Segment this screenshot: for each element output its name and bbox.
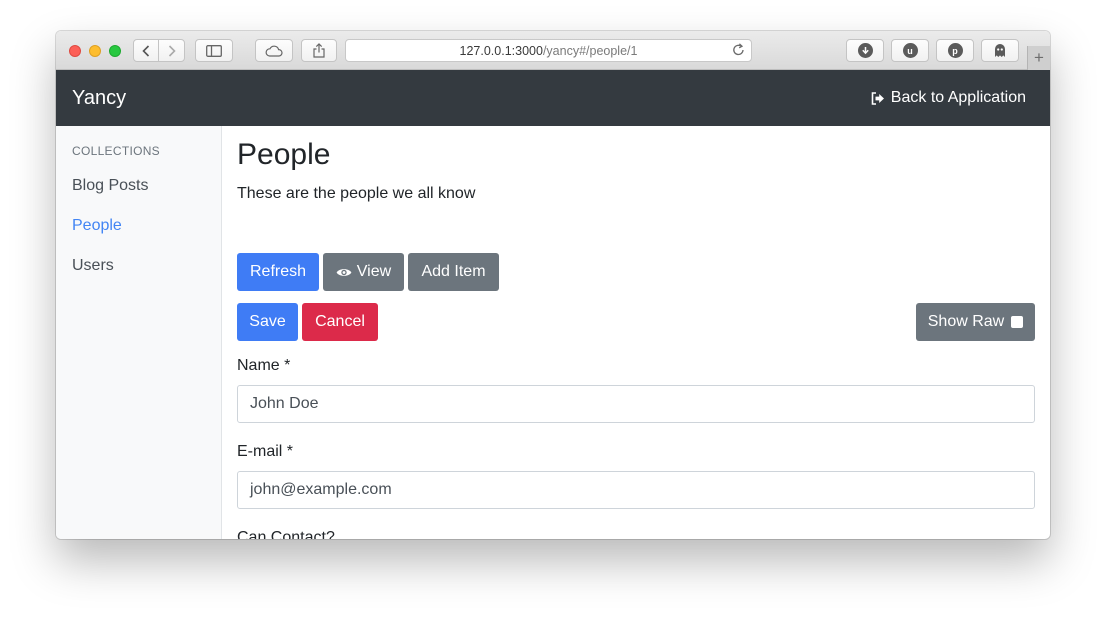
view-label: View <box>356 263 392 280</box>
show-raw-button[interactable]: Show Raw <box>916 303 1035 341</box>
can-contact-label: Can Contact? <box>237 529 335 539</box>
sidebar-item-users[interactable]: Users <box>72 257 114 275</box>
minimize-window-button[interactable] <box>89 45 101 57</box>
browser-window: 127.0.0.1:3000/yancy#/people/1 u p + Yan… <box>56 31 1050 539</box>
ghostery-icon <box>995 44 1005 57</box>
new-tab-button[interactable]: + <box>1027 46 1050 70</box>
icloud-tabs-button[interactable] <box>255 39 293 62</box>
download-icon <box>857 43 873 58</box>
close-window-button[interactable] <box>69 45 81 57</box>
reload-icon[interactable] <box>732 43 745 60</box>
add-item-label: Add Item <box>421 263 486 280</box>
save-label: Save <box>249 313 286 330</box>
add-item-button[interactable]: Add Item <box>408 253 499 291</box>
chevron-left-icon <box>142 44 150 57</box>
sign-out-icon <box>871 91 884 105</box>
chevron-right-icon <box>168 44 176 57</box>
plus-icon: + <box>1034 48 1044 67</box>
url-host: 127.0.0.1:3000 <box>459 43 543 58</box>
main-content: People These are the people we all know … <box>222 126 1050 539</box>
forward-nav-button[interactable] <box>158 39 185 62</box>
ublock-icon: u <box>902 43 918 58</box>
zoom-window-button[interactable] <box>109 45 121 57</box>
page-description: These are the people we all know <box>237 185 476 202</box>
email-input[interactable]: john@example.com <box>237 471 1035 509</box>
browser-toolbar: 127.0.0.1:3000/yancy#/people/1 u p + <box>56 31 1050 70</box>
sidebar: COLLECTIONS Blog Posts People Users <box>56 126 222 539</box>
address-bar[interactable]: 127.0.0.1:3000/yancy#/people/1 <box>345 39 752 62</box>
ublock-extension-button[interactable]: u <box>891 39 929 62</box>
app-navbar: Yancy Back to Application <box>56 70 1050 126</box>
sidebar-icon <box>206 44 222 57</box>
sidebar-item-blog-posts[interactable]: Blog Posts <box>72 177 148 195</box>
back-to-application-link[interactable]: Back to Application <box>871 89 1026 107</box>
collections-heading: COLLECTIONS <box>72 144 160 158</box>
name-label: Name * <box>237 357 291 374</box>
cloud-icon <box>265 45 283 57</box>
email-label: E-mail * <box>237 443 294 460</box>
share-icon <box>313 43 325 58</box>
pinterest-extension-button[interactable]: p <box>936 39 974 62</box>
ghostery-extension-button[interactable] <box>981 39 1019 62</box>
cancel-button[interactable]: Cancel <box>302 303 378 341</box>
sidebar-toggle-button[interactable] <box>195 39 233 62</box>
show-raw-checkbox[interactable] <box>1011 316 1024 328</box>
back-to-application-label: Back to Application <box>890 89 1026 106</box>
share-button[interactable] <box>301 39 337 62</box>
page-title: People <box>237 138 331 171</box>
eye-icon <box>336 268 352 276</box>
brand-logo[interactable]: Yancy <box>72 87 126 110</box>
name-input[interactable]: John Doe <box>237 385 1035 423</box>
show-raw-label: Show Raw <box>927 313 1005 330</box>
refresh-label: Refresh <box>249 263 307 280</box>
back-nav-button[interactable] <box>133 39 159 62</box>
refresh-button[interactable]: Refresh <box>237 253 319 291</box>
downloads-button[interactable] <box>846 39 884 62</box>
pinterest-icon: p <box>947 43 963 58</box>
url-path: /yancy#/people/1 <box>542 43 638 58</box>
save-button[interactable]: Save <box>237 303 298 341</box>
cancel-label: Cancel <box>315 313 365 330</box>
view-button[interactable]: View <box>323 253 404 291</box>
sidebar-item-people[interactable]: People <box>72 217 122 235</box>
